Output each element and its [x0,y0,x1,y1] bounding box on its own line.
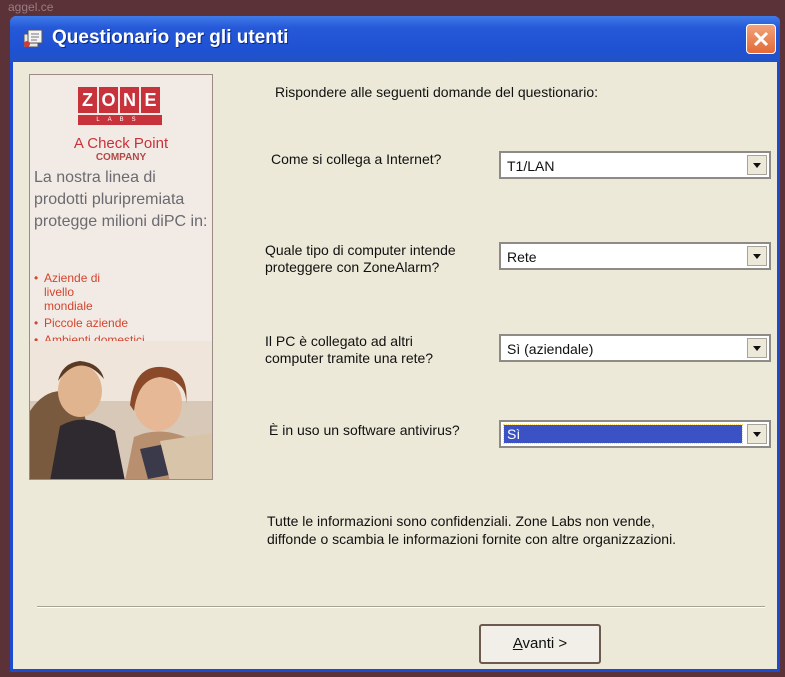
antivirus-value: Sì [507,426,521,442]
question-computer-type-label: Quale tipo di computer intende protegger… [265,242,456,276]
company-text: COMPANY [95,152,147,163]
question-line: computer tramite una rete? [265,350,434,366]
privacy-notice: Tutte le informazioni sono confidenziali… [267,512,767,548]
privacy-line: diffonde o scambia le informazioni forni… [267,531,677,547]
question-connection-label: Come si collega a Internet? [271,151,442,167]
background-text: aggel.ce [8,0,54,14]
chevron-down-icon[interactable] [747,246,767,266]
next-button-label: vanti > [522,635,568,652]
antivirus-select[interactable]: Sì [499,420,771,448]
question-line: Quale tipo di computer intende [265,242,456,258]
zone-labs-logo: Z O N E LABS [78,87,162,127]
people-photo [30,341,212,479]
question-antivirus-label: È in uso un software antivirus? [269,422,460,438]
banner-bullet-list: Aziende di livello mondiale Piccole azie… [34,271,212,350]
logo-letter: N [120,87,139,113]
next-button[interactable]: Avanti > [479,624,601,664]
divider [37,606,765,608]
question-network-label: Il PC è collegato ad altri computer tram… [265,333,433,367]
chevron-down-icon[interactable] [747,424,767,444]
banner-bullet: Piccole aziende [34,316,212,330]
logo-letter: Z [78,87,97,113]
connection-type-value: T1/LAN [507,158,555,174]
logo-letter: E [141,87,160,113]
connection-type-select[interactable]: T1/LAN [499,151,771,179]
chevron-down-icon[interactable] [747,338,767,358]
selection-highlight [503,424,743,444]
question-line: Il PC è collegato ad altri [265,333,413,349]
close-icon [753,31,769,47]
chevron-down-icon[interactable] [747,155,767,175]
zone-labs-banner: Z O N E LABS A Check Point COMPANY La no… [29,74,213,480]
window-title: Questionario per gli utenti [52,27,289,48]
title-bar[interactable]: Questionario per gli utenti [10,16,780,62]
banner-bullet: Aziende di livello mondiale [34,271,212,313]
check-point-text: A Check Point [73,135,169,152]
close-button[interactable] [746,24,776,54]
intro-text: Rispondere alle seguenti domande del que… [275,84,598,100]
privacy-line: Tutte le informazioni sono confidenziali… [267,513,655,529]
questionnaire-dialog: Questionario per gli utenti Z O N E LABS… [10,16,780,672]
network-value: Sì (aziendale) [507,341,594,357]
banner-body-text: La nostra linea di prodotti pluripremiat… [34,169,208,230]
app-icon [23,29,43,48]
question-line: proteggere con ZoneAlarm? [265,259,440,275]
logo-labs-text: LABS [78,115,162,125]
network-select[interactable]: Sì (aziendale) [499,334,771,362]
logo-letter: O [99,87,118,113]
next-button-accesskey: A [512,635,523,652]
computer-type-select[interactable]: Rete [499,242,771,270]
computer-type-value: Rete [507,249,537,265]
